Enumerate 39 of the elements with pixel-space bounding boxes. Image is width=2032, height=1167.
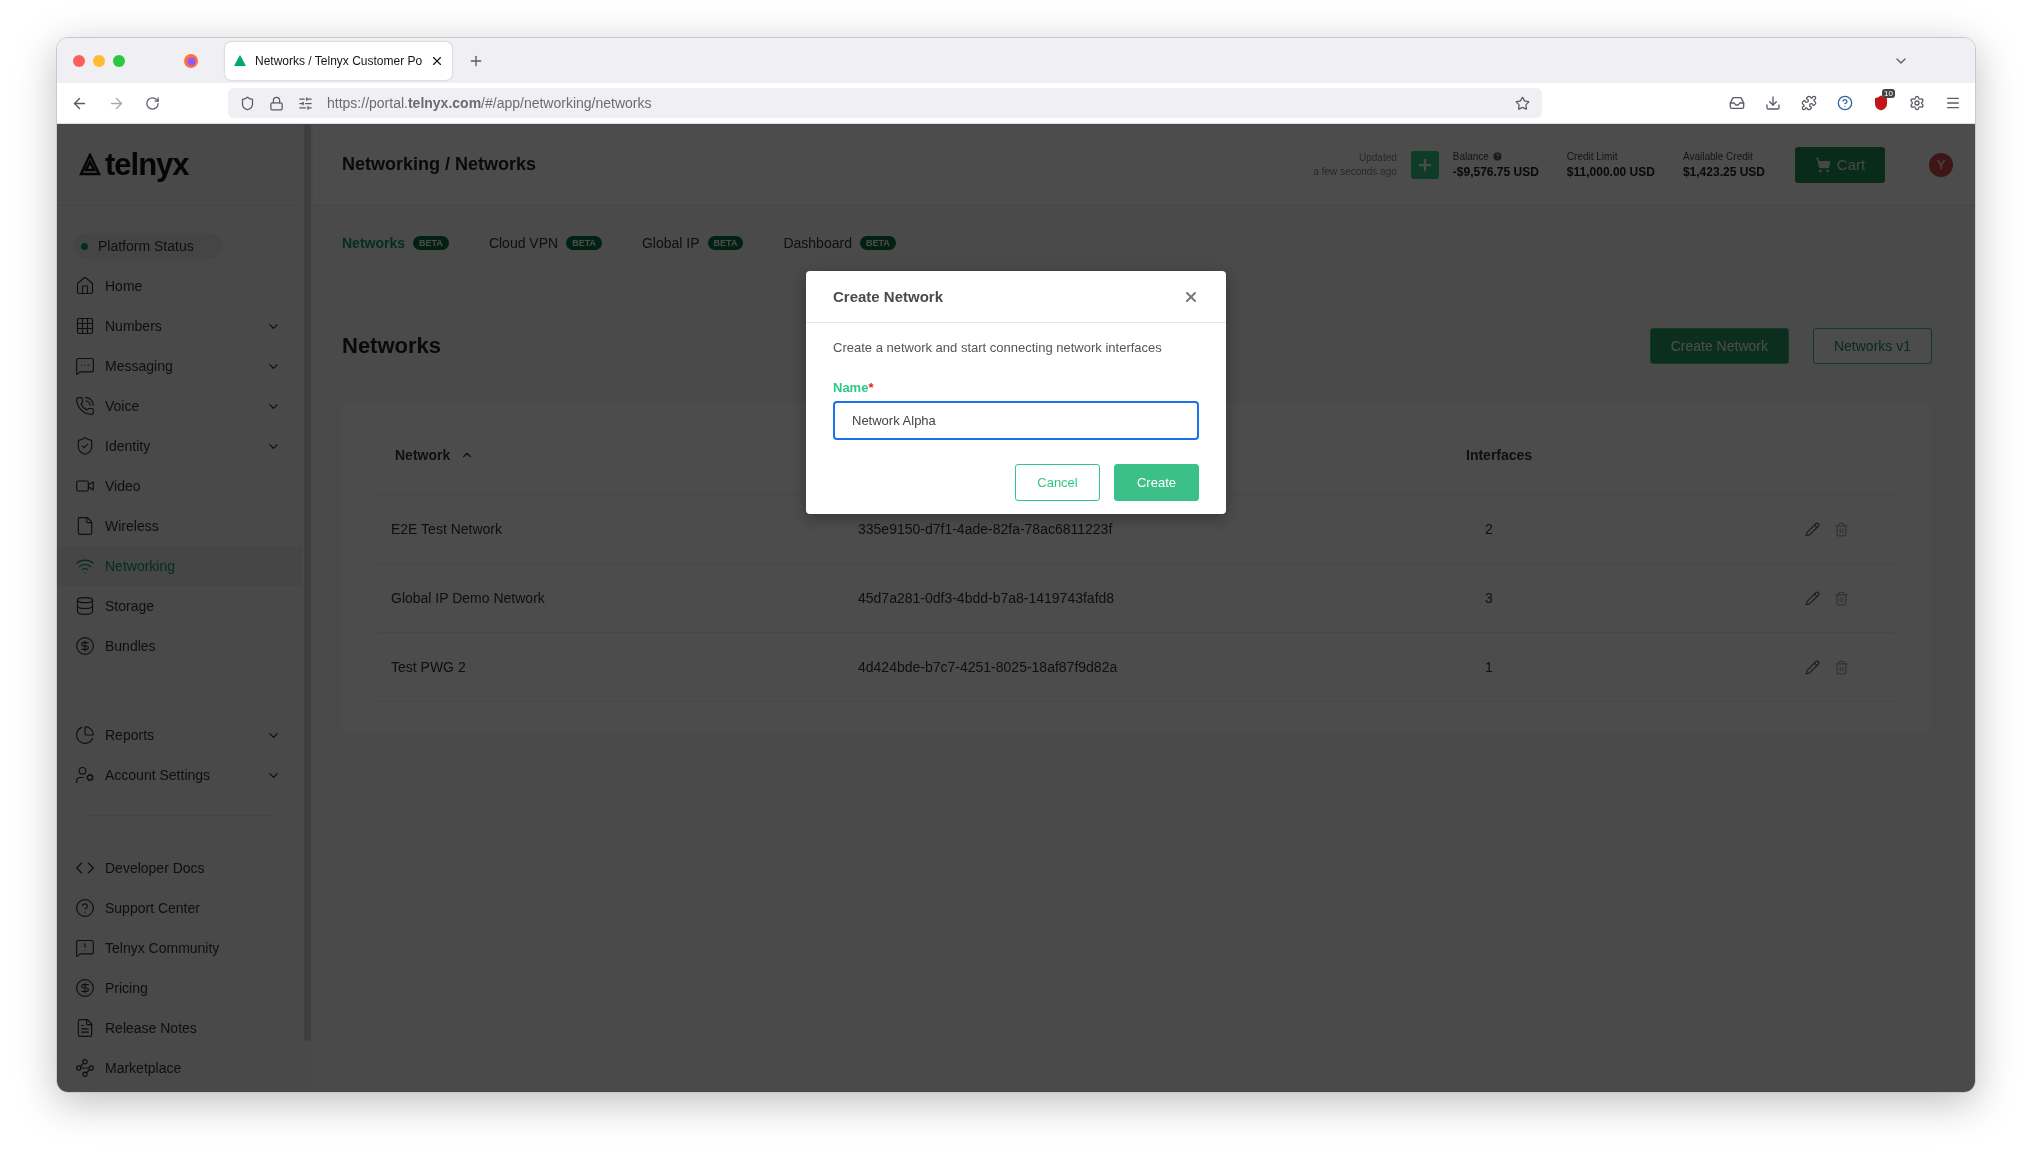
table-cell-text: 4d424bde-b7c7-4251-8025-18af87f9d82a xyxy=(858,659,1119,675)
figure-value: -$9,576.75 USD xyxy=(1452,164,1539,179)
site-icon xyxy=(233,53,247,68)
extensions-icon[interactable] xyxy=(1801,95,1817,111)
table-cell-text: 45d7a281-0df3-4bdd-b7a8-1419743fafd8 xyxy=(858,590,1116,606)
field-label: Name* xyxy=(833,380,875,395)
permissions-icon[interactable] xyxy=(298,95,313,111)
page-heading: Networks xyxy=(342,333,442,359)
table-cell: Global IP Demo Network xyxy=(391,590,545,606)
figure-value: $11,000.00 USD xyxy=(1566,164,1655,179)
column-header[interactable]: Interfaces xyxy=(1466,447,1533,463)
menu-icon[interactable] xyxy=(1945,95,1961,111)
table-cell-text: 3 xyxy=(1484,590,1494,606)
table-cell: Test PWG 2 xyxy=(391,659,466,675)
dialog-description: Create a network and start connecting network interfaces xyxy=(833,340,1163,355)
table-cell-text: 1 xyxy=(1484,659,1494,675)
reload-icon[interactable] xyxy=(145,95,160,111)
table-cell-text: 335e9150-d7f1-4ade-82fa-78ac6811223f xyxy=(858,521,1114,537)
browser-logo-icon[interactable] xyxy=(183,52,199,69)
table-cell: E2E Test Network xyxy=(391,521,502,537)
gear-icon[interactable] xyxy=(1909,95,1925,111)
lock-icon[interactable] xyxy=(269,95,284,111)
dialog-title: Create Network xyxy=(833,288,944,305)
figure-label: Balance xyxy=(1452,150,1489,162)
extension-badge: 10 xyxy=(1882,89,1895,98)
bookmark-star-icon[interactable] xyxy=(1515,95,1530,111)
logo: telnyx xyxy=(105,146,189,183)
shield-icon[interactable] xyxy=(240,95,255,111)
figure-value: $1,423.25 USD xyxy=(1682,164,1765,179)
shield-extension-icon[interactable] xyxy=(1873,95,1889,111)
cancel-button[interactable]: Cancel xyxy=(1015,464,1100,501)
name-input-field[interactable]: Network Alpha xyxy=(833,401,1199,440)
address-bar[interactable]: https://portal.telnyx.com/#/app/networking/networks xyxy=(228,88,1542,118)
breadcrumb: Networking / Networks xyxy=(342,154,538,175)
create-button[interactable]: Create xyxy=(1114,464,1199,501)
close-window-button[interactable] xyxy=(73,54,85,67)
browser-tab[interactable]: Networks / Telnyx Customer Po xyxy=(225,41,453,80)
download-icon[interactable] xyxy=(1765,95,1781,111)
table-cell-text: 2 xyxy=(1484,521,1494,537)
